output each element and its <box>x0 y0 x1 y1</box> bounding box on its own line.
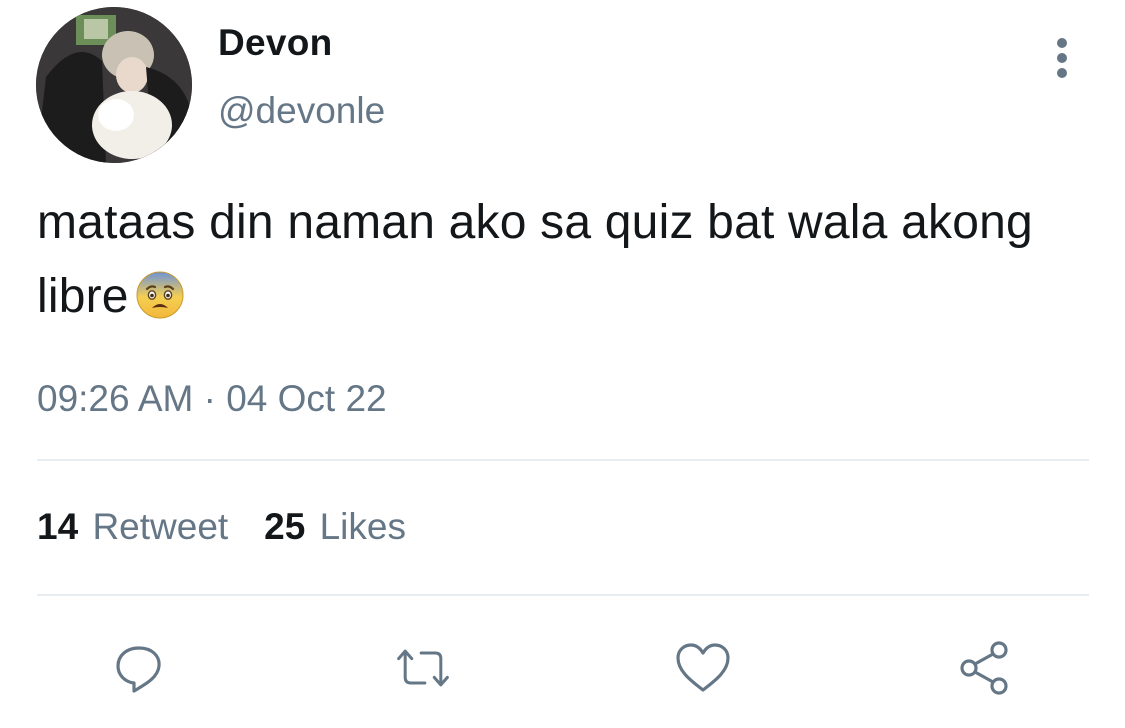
likes-count: 25 <box>264 506 306 547</box>
avatar[interactable] <box>36 7 192 163</box>
likes-stat[interactable]: 25 Likes <box>264 506 406 548</box>
display-name[interactable]: Devon <box>218 22 333 64</box>
likes-label: Likes <box>319 506 406 547</box>
heart-icon <box>676 643 730 692</box>
share-button[interactable] <box>955 638 1015 698</box>
reply-button[interactable] <box>109 638 169 698</box>
avatar-image <box>36 7 192 163</box>
share-icon <box>960 641 1008 695</box>
retweet-stat[interactable]: 14 Retweet <box>37 506 228 548</box>
tweet-card: Devon @devonle mataas din naman ako sa q… <box>0 0 1125 728</box>
divider <box>37 459 1089 461</box>
retweet-label: Retweet <box>92 506 229 547</box>
divider <box>37 594 1089 596</box>
more-options-button[interactable] <box>1040 34 1084 82</box>
retweet-icon <box>397 649 449 687</box>
retweet-button[interactable] <box>393 638 453 698</box>
reply-icon <box>116 646 161 693</box>
engagement-stats: 14 Retweet 25 Likes <box>37 506 442 548</box>
user-handle[interactable]: @devonle <box>218 90 385 132</box>
more-dot <box>1057 68 1067 78</box>
like-button[interactable] <box>673 638 733 698</box>
tweet-text-content: mataas din naman ako sa quiz bat wala ak… <box>37 196 1033 323</box>
tweet-timestamp[interactable]: 09:26 AM · 04 Oct 22 <box>37 378 387 420</box>
more-dot <box>1057 38 1067 48</box>
more-dot <box>1057 53 1067 63</box>
retweet-count: 14 <box>37 506 79 547</box>
fearful-face-icon <box>136 271 184 319</box>
tweet-text: mataas din naman ako sa quiz bat wala ak… <box>37 186 1077 334</box>
